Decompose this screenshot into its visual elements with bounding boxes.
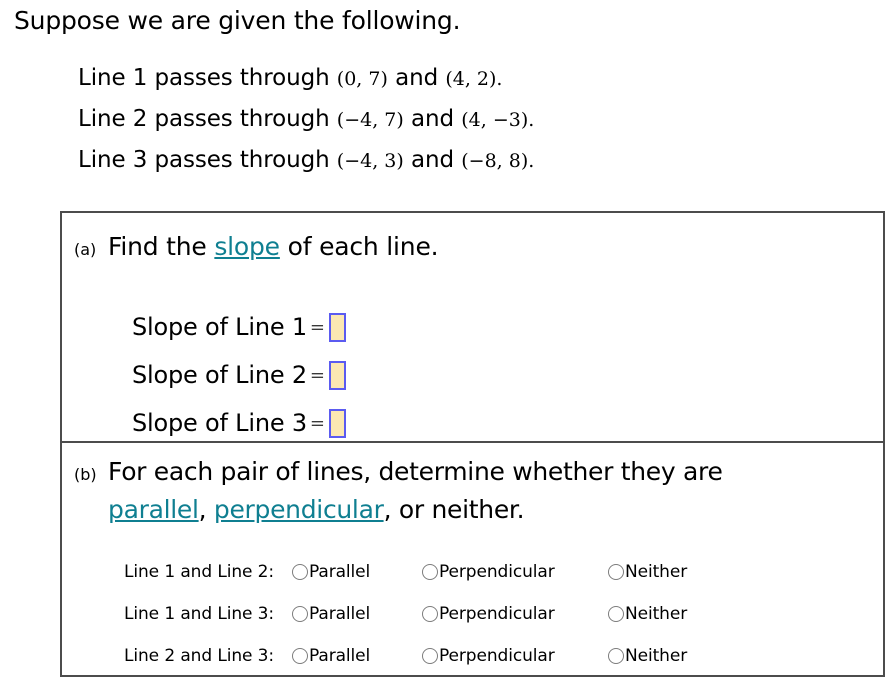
radio-label-perpendicular: Perpendicular	[439, 604, 555, 624]
radio-label-parallel: Parallel	[309, 604, 371, 624]
radio-option-neither-row-2[interactable]: Neither	[608, 604, 728, 624]
slope-line-2-label: Slope of Line 2	[132, 361, 307, 389]
given-line-2-point-2: (4, −3)	[461, 109, 529, 131]
slope-line-1-equals: =	[309, 316, 325, 338]
radio-option-parallel-row-3[interactable]: Parallel	[292, 646, 422, 666]
given-line-3-prefix: Line 3 passes through	[78, 147, 330, 173]
part-b-question: (b) For each pair of lines, determine wh…	[74, 453, 723, 529]
part-a-section: (a) Find the slope of each line. Slope o…	[74, 231, 439, 438]
radio-option-neither-row-1[interactable]: Neither	[608, 562, 728, 582]
radio-circle-icon[interactable]	[608, 648, 624, 664]
perpendicular-link[interactable]: perpendicular	[214, 495, 384, 524]
table-row: Line 1 and Line 3: Parallel Perpendicula…	[124, 593, 728, 635]
part-a-prompt-after: of each line.	[279, 232, 439, 261]
radio-label-parallel: Parallel	[309, 646, 371, 666]
radio-option-perpendicular-row-3[interactable]: Perpendicular	[422, 646, 608, 666]
intro-sentence: Suppose we are given the following.	[14, 6, 461, 35]
radio-circle-icon[interactable]	[292, 606, 308, 622]
slope-line-3-input[interactable]	[329, 408, 346, 438]
slope-line-1-input[interactable]	[329, 312, 346, 342]
radio-label-neither: Neither	[625, 646, 688, 666]
table-row: Line 1 and Line 2: Parallel Perpendicula…	[124, 551, 728, 593]
given-line-1-period: .	[496, 68, 503, 90]
given-line-1-point-1: (0, 7)	[336, 68, 388, 90]
answer-box: (a) Find the slope of each line. Slope o…	[60, 211, 885, 677]
slope-row-line-1: Slope of Line 1 =	[132, 303, 346, 351]
given-line-3-point-2: (−8, 8)	[461, 150, 529, 172]
slope-line-2-input[interactable]	[329, 360, 346, 390]
radio-label-perpendicular: Perpendicular	[439, 562, 555, 582]
radio-label-neither: Neither	[625, 604, 688, 624]
radio-circle-icon[interactable]	[292, 564, 308, 580]
slope-row-line-3: Slope of Line 3 =	[132, 399, 346, 447]
slope-line-2-equals: =	[309, 364, 325, 386]
slope-line-3-label: Slope of Line 3	[132, 409, 307, 437]
part-b-label: (b)	[74, 465, 97, 484]
part-b-prompt: For each pair of lines, determine whethe…	[108, 453, 723, 529]
radio-option-parallel-row-2[interactable]: Parallel	[292, 604, 422, 624]
given-lines-list: Line 1 passes through (0, 7) and (4, 2).…	[78, 58, 534, 181]
part-a-question: (a) Find the slope of each line.	[74, 231, 439, 266]
given-line-2-period: .	[528, 109, 535, 131]
radio-label-parallel: Parallel	[309, 562, 371, 582]
pair-classification-table: Line 1 and Line 2: Parallel Perpendicula…	[124, 551, 728, 677]
given-line-3: Line 3 passes through (−4, 3) and (−8, 8…	[78, 140, 534, 181]
slope-answer-rows: Slope of Line 1 = Slope of Line 2 = Slop…	[132, 303, 346, 447]
given-line-2-prefix: Line 2 passes through	[78, 106, 330, 132]
radio-option-perpendicular-row-2[interactable]: Perpendicular	[422, 604, 608, 624]
given-line-3-conjunction: and	[411, 147, 455, 173]
given-line-2: Line 2 passes through (−4, 7) and (4, −3…	[78, 99, 534, 140]
radio-label-neither: Neither	[625, 562, 688, 582]
slope-line-1-label: Slope of Line 1	[132, 313, 307, 341]
part-b-section: (b) For each pair of lines, determine wh…	[74, 453, 723, 666]
given-line-3-point-1: (−4, 3)	[336, 150, 404, 172]
slope-row-line-2: Slope of Line 2 =	[132, 351, 346, 399]
given-line-1-prefix: Line 1 passes through	[78, 65, 330, 91]
slope-link[interactable]: slope	[214, 232, 280, 261]
given-line-2-conjunction: and	[411, 106, 455, 132]
given-line-1: Line 1 passes through (0, 7) and (4, 2).	[78, 58, 534, 99]
radio-circle-icon[interactable]	[608, 606, 624, 622]
radio-option-parallel-row-1[interactable]: Parallel	[292, 562, 422, 582]
radio-option-perpendicular-row-1[interactable]: Perpendicular	[422, 562, 608, 582]
radio-circle-icon[interactable]	[422, 606, 438, 622]
part-b-prompt-line-1: For each pair of lines, determine whethe…	[108, 457, 723, 486]
parallel-link[interactable]: parallel	[108, 495, 199, 524]
radio-circle-icon[interactable]	[422, 648, 438, 664]
part-b-prompt-tail: , or neither.	[383, 495, 525, 524]
part-b-comma: ,	[198, 495, 214, 524]
pair-label-1-3: Line 1 and Line 3:	[124, 604, 275, 624]
radio-circle-icon[interactable]	[608, 564, 624, 580]
part-b-prompt-line-2: parallel, perpendicular, or neither.	[108, 491, 723, 529]
given-line-2-point-1: (−4, 7)	[336, 109, 404, 131]
pair-label-2-3: Line 2 and Line 3:	[124, 646, 275, 666]
radio-circle-icon[interactable]	[422, 564, 438, 580]
radio-circle-icon[interactable]	[292, 648, 308, 664]
given-line-1-conjunction: and	[395, 65, 439, 91]
table-row: Line 2 and Line 3: Parallel Perpendicula…	[124, 635, 728, 677]
given-line-1-point-2: (4, 2)	[445, 68, 497, 90]
slope-line-3-equals: =	[309, 412, 325, 434]
given-line-3-period: .	[528, 150, 535, 172]
radio-option-neither-row-3[interactable]: Neither	[608, 646, 728, 666]
part-a-label: (a)	[74, 240, 97, 259]
pair-label-1-2: Line 1 and Line 2:	[124, 562, 275, 582]
part-a-prompt-before: Find the	[108, 232, 215, 261]
radio-label-perpendicular: Perpendicular	[439, 646, 555, 666]
part-a-prompt: Find the slope of each line.	[108, 231, 439, 263]
